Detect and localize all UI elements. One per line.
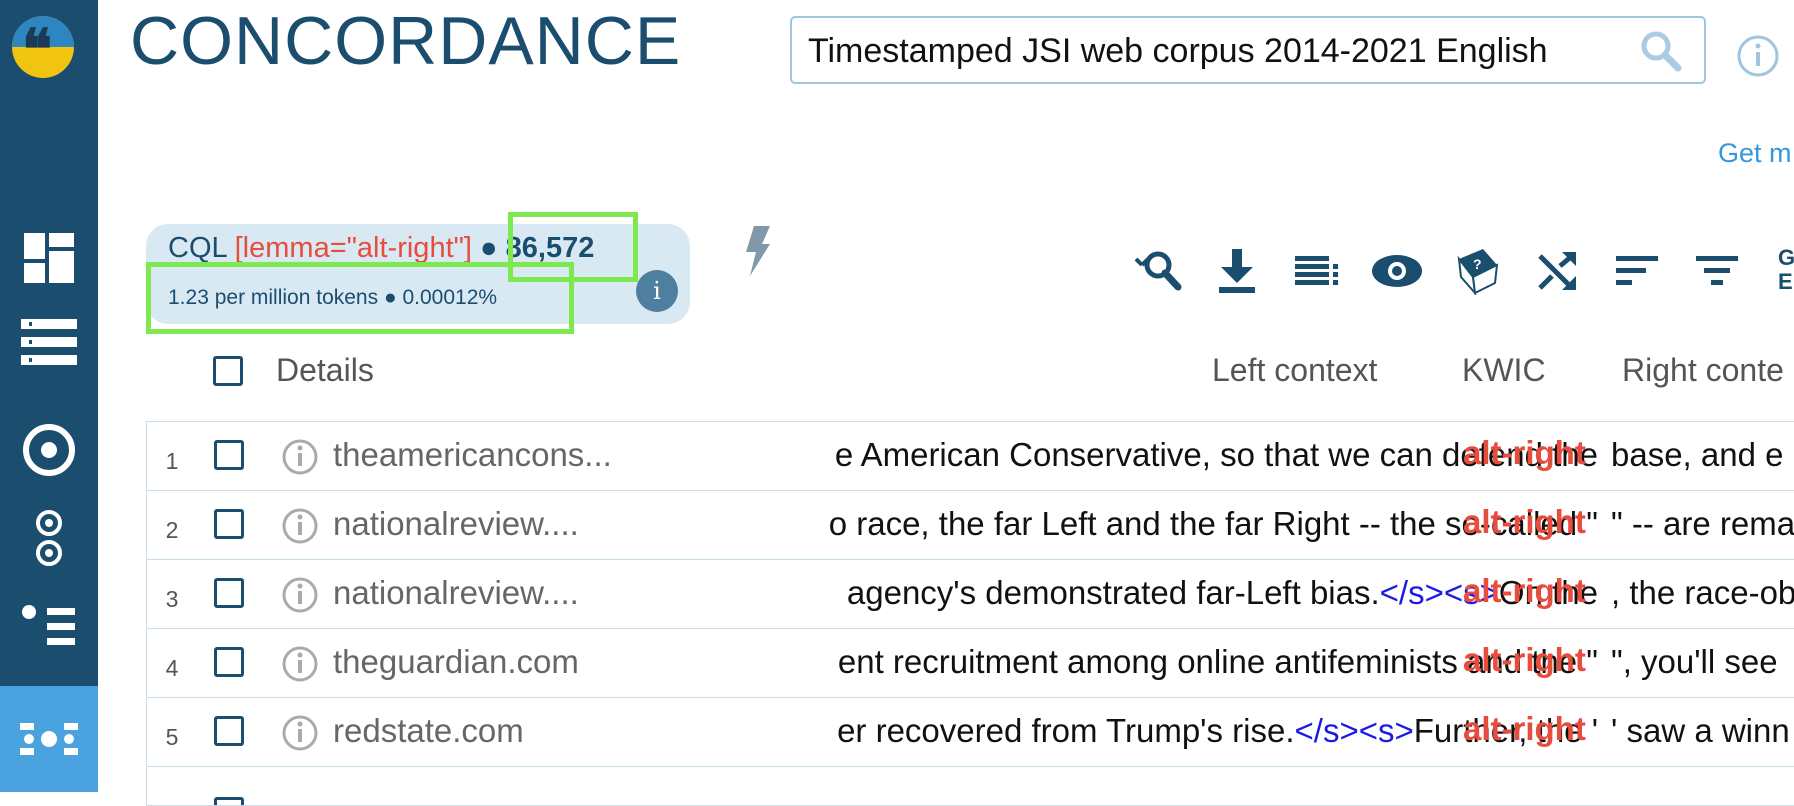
corpus-name: Timestamped JSI web corpus 2014-2021 Eng… bbox=[808, 32, 1548, 70]
select-all-checkbox[interactable] bbox=[213, 356, 243, 386]
left-context: e American Conservative, so that we can … bbox=[643, 436, 1598, 474]
source-domain[interactable]: nationalreview.... bbox=[333, 574, 579, 612]
table-row[interactable]: 3 nationalreview.... agency's demonstrat… bbox=[146, 559, 1794, 629]
query-info-icon[interactable]: i bbox=[636, 270, 678, 312]
double-circle-icon bbox=[36, 510, 62, 566]
table-row[interactable]: 4 theguardian.com ent recruitment among … bbox=[146, 628, 1794, 698]
kwic[interactable]: alt-right bbox=[1463, 572, 1586, 610]
sentence-tag: </s><s> bbox=[1294, 712, 1414, 749]
sort-icon bbox=[1616, 256, 1658, 285]
highlight-box-stats bbox=[146, 262, 574, 334]
bullet-list-icon bbox=[22, 605, 75, 645]
concordance-table: 1 theamericancons... e American Conserva… bbox=[146, 421, 1794, 806]
column-header-right-context[interactable]: Right conte bbox=[1622, 352, 1784, 389]
sort-button[interactable] bbox=[1610, 244, 1664, 298]
source-domain[interactable]: nationalreview.... bbox=[333, 505, 579, 543]
row-checkbox[interactable] bbox=[214, 797, 244, 805]
search-icon[interactable] bbox=[1640, 30, 1682, 72]
dashboard-icon bbox=[24, 233, 74, 283]
right-context: base, and e bbox=[1611, 436, 1784, 473]
row-number: 2 bbox=[165, 517, 179, 543]
sidebar-item-concordance[interactable] bbox=[0, 686, 98, 792]
download-button[interactable] bbox=[1210, 244, 1264, 298]
row-checkbox[interactable] bbox=[214, 578, 244, 608]
left-context: agency's demonstrated far-Left bias.</s>… bbox=[643, 574, 1598, 612]
info-icon[interactable] bbox=[281, 576, 319, 614]
view-options-icon bbox=[1295, 256, 1338, 285]
info-icon[interactable] bbox=[281, 645, 319, 683]
corpus-selector[interactable]: Timestamped JSI web corpus 2014-2021 Eng… bbox=[790, 16, 1706, 84]
target-icon bbox=[23, 424, 75, 476]
search-again-icon bbox=[1134, 251, 1182, 291]
left-context: o race, the far Left and the far Right -… bbox=[643, 505, 1598, 543]
sidebar-item-word-sketch[interactable] bbox=[0, 502, 98, 574]
column-header-details[interactable]: Details bbox=[276, 352, 374, 389]
left-context: er recovered from Trump's rise.</s><s>Fu… bbox=[643, 712, 1598, 750]
row-number: 1 bbox=[165, 448, 179, 474]
filter-button[interactable] bbox=[1690, 244, 1744, 298]
left-context: ent recruitment among online antifeminis… bbox=[643, 643, 1598, 681]
row-checkbox[interactable] bbox=[214, 440, 244, 470]
source-domain[interactable]: redstate.com bbox=[333, 712, 524, 750]
row-checkbox[interactable] bbox=[214, 716, 244, 746]
source-domain[interactable]: theamericancons... bbox=[333, 436, 612, 474]
sidebar: ❝ bbox=[0, 0, 98, 792]
list-icon bbox=[21, 319, 77, 365]
sidebar-item-thesaurus[interactable] bbox=[0, 590, 98, 662]
kwic[interactable]: alt-right bbox=[1463, 641, 1586, 679]
svg-text:?: ? bbox=[1473, 256, 1482, 272]
filter-icon bbox=[1696, 256, 1738, 285]
kwic[interactable]: alt-right bbox=[1463, 503, 1586, 541]
app-logo[interactable]: ❝ bbox=[12, 16, 74, 78]
right-context: ", you'll see bbox=[1611, 643, 1778, 680]
query-expression: [lemma="alt-right"] bbox=[234, 232, 472, 264]
more-tools-button[interactable]: GE bbox=[1778, 246, 1794, 294]
row-number: 4 bbox=[165, 655, 179, 681]
table-row[interactable]: 5 redstate.com er recovered from Trump's… bbox=[146, 697, 1794, 767]
column-header-kwic[interactable]: KWIC bbox=[1462, 352, 1546, 389]
visibility-button[interactable] bbox=[1370, 244, 1424, 298]
table-row-partial[interactable] bbox=[146, 766, 1794, 806]
source-domain[interactable]: theguardian.com bbox=[333, 643, 579, 681]
right-context: , the race-ob bbox=[1611, 574, 1794, 611]
row-number: 3 bbox=[165, 586, 179, 612]
right-context: " -- are rema bbox=[1611, 505, 1794, 542]
get-more-link[interactable]: Get m bbox=[1718, 138, 1792, 169]
shuffle-button[interactable] bbox=[1530, 244, 1584, 298]
query-separator: ● bbox=[480, 232, 498, 264]
info-icon[interactable] bbox=[281, 438, 319, 476]
right-context: ' saw a winn bbox=[1611, 712, 1790, 749]
shuffle-icon bbox=[1538, 252, 1576, 290]
column-header-left-context[interactable]: Left context bbox=[1212, 352, 1377, 389]
kwic[interactable]: alt-right bbox=[1463, 710, 1586, 748]
row-number: 5 bbox=[165, 724, 179, 750]
row-checkbox[interactable] bbox=[214, 509, 244, 539]
left-context-pre: er recovered from Trump's rise. bbox=[837, 712, 1295, 749]
sidebar-item-wordlist[interactable] bbox=[0, 306, 98, 378]
search-again-button[interactable] bbox=[1131, 244, 1185, 298]
sidebar-item-dashboard[interactable] bbox=[0, 222, 98, 294]
download-icon bbox=[1219, 249, 1255, 293]
random-sample-icon: ? bbox=[1457, 249, 1499, 295]
left-context-pre: agency's demonstrated far-Left bias. bbox=[846, 574, 1380, 611]
view-options-button[interactable] bbox=[1290, 244, 1344, 298]
table-row[interactable]: 2 nationalreview.... o race, the far Lef… bbox=[146, 490, 1794, 560]
kwic[interactable]: alt-right bbox=[1463, 434, 1586, 472]
eye-icon bbox=[1372, 255, 1422, 287]
info-icon[interactable] bbox=[281, 507, 319, 545]
random-sample-button[interactable]: ? bbox=[1450, 244, 1504, 298]
query-type: CQL bbox=[168, 232, 227, 264]
sidebar-item-keywords[interactable] bbox=[0, 414, 98, 486]
page-title: CONCORDANCE bbox=[130, 3, 682, 79]
info-icon[interactable] bbox=[1736, 34, 1780, 78]
info-icon[interactable] bbox=[281, 714, 319, 752]
concordance-icon bbox=[20, 723, 78, 755]
lightning-icon[interactable] bbox=[742, 226, 772, 276]
row-checkbox[interactable] bbox=[214, 647, 244, 677]
table-row[interactable]: 1 theamericancons... e American Conserva… bbox=[146, 421, 1794, 491]
